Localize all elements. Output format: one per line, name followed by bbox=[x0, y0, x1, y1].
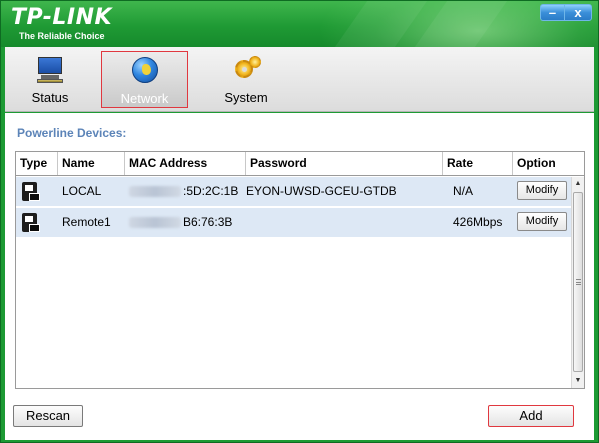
table-header: Type Name MAC Address Password Rate Opti… bbox=[16, 152, 584, 176]
tp-link-logo: TP-LINK The Reliable Choice bbox=[11, 5, 112, 41]
column-header-rate[interactable]: Rate bbox=[443, 152, 513, 175]
tab-network-label: Network bbox=[120, 91, 169, 106]
mac-redacted bbox=[129, 217, 181, 229]
table-row[interactable]: LOCAL :5D:2C:1B EYON-UWSD-GCEU-GTDB N/A … bbox=[16, 177, 571, 206]
monitor-icon bbox=[35, 56, 65, 84]
mac-redacted bbox=[129, 186, 181, 198]
device-name: LOCAL bbox=[62, 184, 102, 198]
modify-button[interactable]: Modify bbox=[517, 212, 567, 231]
powerline-device-icon bbox=[22, 213, 40, 233]
tab-toolbar: Status Network System bbox=[5, 47, 594, 112]
section-title: Powerline Devices: bbox=[17, 126, 127, 140]
mac-visible: :5D:2C:1B bbox=[183, 184, 239, 198]
device-name: Remote1 bbox=[62, 215, 111, 229]
tab-system-label: System bbox=[224, 90, 268, 105]
add-button[interactable]: Add bbox=[488, 405, 574, 427]
device-password: EYON-UWSD-GCEU-GTDB bbox=[246, 184, 397, 198]
device-rate: 426Mbps bbox=[453, 215, 503, 229]
tab-status[interactable]: Status bbox=[15, 51, 85, 108]
vertical-scrollbar[interactable]: ▲ ▼ bbox=[571, 177, 584, 388]
column-header-type[interactable]: Type bbox=[16, 152, 58, 175]
window-controls: – x bbox=[540, 4, 592, 21]
scroll-thumb[interactable] bbox=[573, 192, 583, 372]
mac-visible: B6:76:3B bbox=[183, 215, 233, 229]
tab-system[interactable]: System bbox=[211, 51, 281, 108]
device-rate: N/A bbox=[453, 184, 474, 198]
devices-table: Type Name MAC Address Password Rate Opti… bbox=[15, 151, 585, 389]
column-header-password[interactable]: Password bbox=[246, 152, 443, 175]
column-header-name[interactable]: Name bbox=[58, 152, 125, 175]
powerline-device-icon bbox=[22, 182, 40, 202]
tab-status-label: Status bbox=[31, 90, 69, 105]
logo-title: TP-LINK bbox=[11, 5, 113, 30]
column-header-mac[interactable]: MAC Address bbox=[125, 152, 246, 175]
scroll-down-arrow-icon[interactable]: ▼ bbox=[572, 374, 584, 388]
title-bar[interactable]: TP-LINK The Reliable Choice – x bbox=[1, 1, 598, 47]
device-mac: B6:76:3B bbox=[129, 208, 232, 237]
close-button[interactable]: x bbox=[564, 4, 592, 21]
scroll-up-arrow-icon[interactable]: ▲ bbox=[572, 177, 584, 191]
app-window: TP-LINK The Reliable Choice – x Status N… bbox=[0, 0, 599, 443]
table-row[interactable]: Remote1 B6:76:3B 426Mbps Modify bbox=[16, 208, 571, 237]
tab-network[interactable]: Network bbox=[101, 51, 188, 108]
main-content: Powerline Devices: Type Name MAC Address… bbox=[5, 113, 594, 440]
gears-icon bbox=[231, 56, 261, 84]
modify-button[interactable]: Modify bbox=[517, 181, 567, 200]
globe-icon bbox=[130, 57, 160, 85]
rescan-button[interactable]: Rescan bbox=[13, 405, 83, 427]
device-mac: :5D:2C:1B bbox=[129, 177, 238, 206]
minimize-button[interactable]: – bbox=[540, 4, 564, 21]
column-header-option[interactable]: Option bbox=[513, 152, 584, 175]
logo-tagline: The Reliable Choice bbox=[19, 31, 105, 41]
